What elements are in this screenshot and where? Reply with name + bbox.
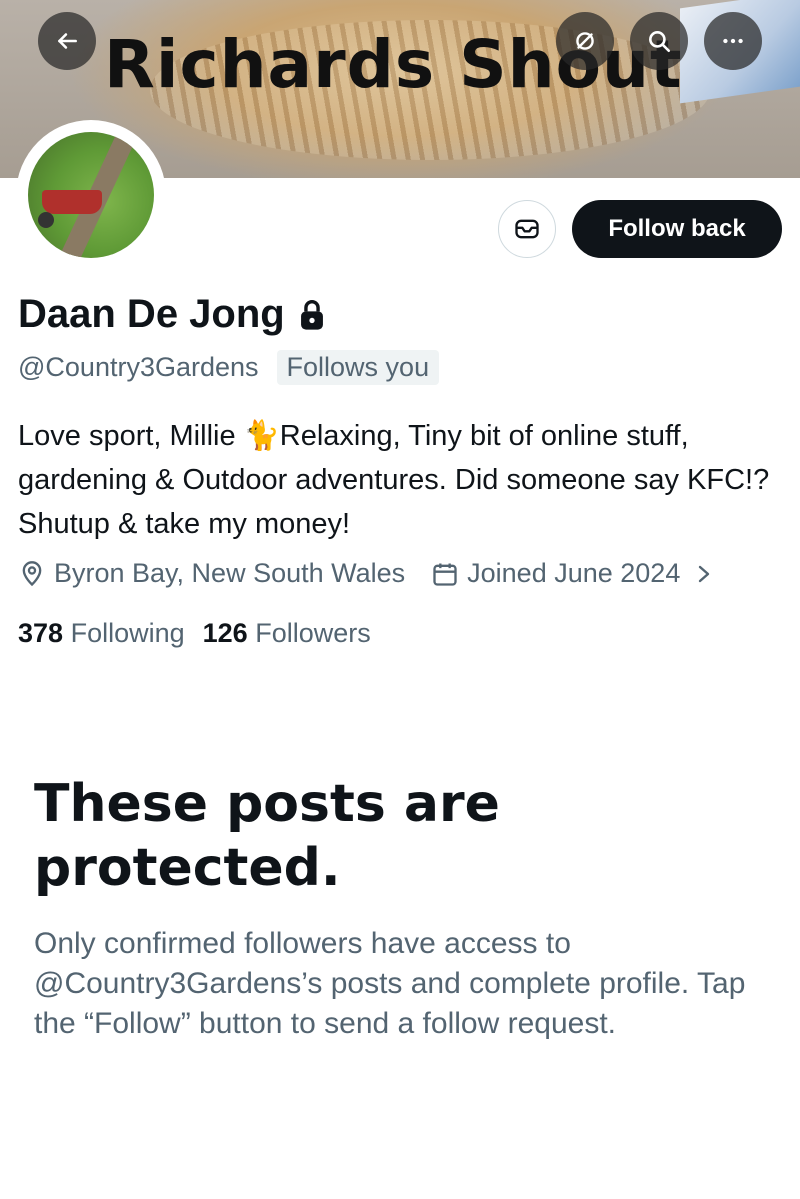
profile-meta: Byron Bay, New South Wales Joined June 2… (18, 558, 714, 589)
joined-text: Joined June 2024 (467, 558, 681, 588)
more-button[interactable] (704, 12, 762, 70)
more-horizontal-icon (723, 38, 743, 44)
joined-date[interactable]: Joined June 2024 (431, 558, 714, 589)
location: Byron Bay, New South Wales (18, 558, 405, 589)
name-row: Daan De Jong (18, 292, 327, 337)
followers-count: 126 (202, 618, 248, 648)
protected-description: Only confirmed followers have access to … (34, 927, 746, 1040)
no-notification-icon (576, 32, 594, 50)
calendar-icon (433, 563, 457, 586)
chevron-right-icon (699, 565, 710, 582)
location-pin-icon (22, 560, 42, 586)
lock-icon (300, 299, 323, 330)
handle-row: @Country3Gardens Follows you (18, 350, 440, 385)
search-icon (649, 31, 671, 53)
following-count: 378 (18, 618, 64, 648)
message-button[interactable] (498, 200, 556, 258)
location-text: Byron Bay, New South Wales (54, 558, 406, 588)
follow-back-button[interactable]: Follow back (572, 200, 782, 258)
display-name: Daan De Jong (18, 292, 285, 336)
back-button[interactable] (38, 12, 96, 70)
following-link[interactable]: 378 Following (18, 618, 185, 649)
follows-you-badge: Follows you (276, 350, 440, 385)
followers-link[interactable]: 126 Followers (203, 618, 371, 649)
protected-title: These posts are protected. (34, 774, 500, 898)
avatar-image (28, 132, 154, 258)
follow-counts: 378 Following 126 Followers (18, 618, 371, 649)
mute-button[interactable] (556, 12, 614, 70)
following-label: Following (70, 618, 185, 648)
arrow-left-icon (58, 33, 77, 49)
bio: Love sport, Millie 🐈Relaxing, Tiny bit o… (18, 420, 770, 540)
search-button[interactable] (630, 12, 688, 70)
envelope-icon (515, 219, 539, 239)
followers-label: Followers (255, 618, 371, 648)
avatar[interactable] (16, 120, 166, 270)
user-handle: @Country3Gardens (18, 352, 259, 382)
